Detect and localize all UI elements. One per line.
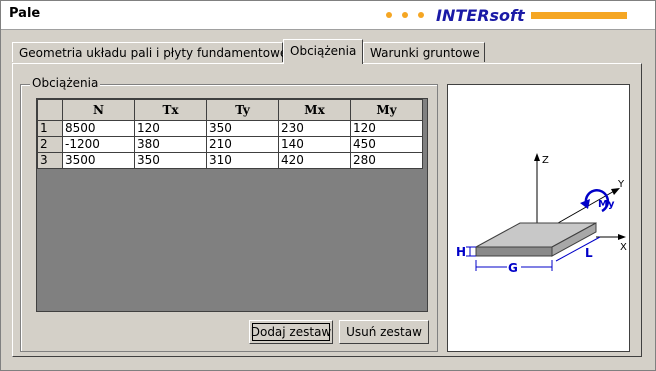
cell-ty[interactable]: 350 — [206, 120, 279, 137]
x-axis-arrow-icon — [618, 234, 626, 240]
x-axis-label: X — [620, 242, 627, 253]
load-diagram-svg: Z Y X My H G L — [456, 153, 627, 275]
cell-my[interactable]: 120 — [350, 120, 423, 137]
h-dimension-label: H — [456, 245, 466, 259]
corner-header — [37, 99, 63, 121]
row-index[interactable]: 1 — [37, 120, 63, 137]
brand-bar — [530, 11, 627, 19]
cell-ty[interactable]: 310 — [206, 152, 279, 169]
brand-dot-icon — [418, 12, 424, 18]
cell-ty[interactable]: 210 — [206, 136, 279, 153]
row-index[interactable]: 3 — [37, 152, 63, 169]
tab-warunki-gruntowe[interactable]: Warunki gruntowe — [363, 42, 485, 62]
loads-groupbox-legend: Obciążenia — [30, 76, 101, 90]
plate-front — [475, 246, 553, 257]
add-set-button[interactable]: Dodaj zestaw — [249, 320, 333, 344]
z-axis-arrow-icon — [534, 153, 540, 161]
tab-label: Warunki gruntowe — [370, 46, 480, 60]
loads-table: N Tx Ty Mx My 1 8500 120 350 230 120 2 -… — [37, 99, 423, 169]
z-axis-label: Z — [542, 155, 549, 166]
column-header-ty[interactable]: Ty — [206, 99, 279, 121]
column-header-tx[interactable]: Tx — [134, 99, 207, 121]
cell-tx[interactable]: 120 — [134, 120, 207, 137]
column-header-n[interactable]: N — [62, 99, 135, 121]
y-axis-label: Y — [617, 179, 625, 190]
cell-n[interactable]: 3500 — [62, 152, 135, 169]
table-row: 2 -1200 380 210 140 450 — [37, 136, 423, 153]
row-index[interactable]: 2 — [37, 136, 63, 153]
load-diagram: Z Y X My H G L — [447, 84, 630, 352]
column-header-mx[interactable]: Mx — [278, 99, 351, 121]
title-bar: Pale INTERsoft — [1, 1, 655, 30]
cell-n[interactable]: 8500 — [62, 120, 135, 137]
cell-mx[interactable]: 140 — [278, 136, 351, 153]
tab-label: Obciążenia — [290, 44, 357, 58]
cell-mx[interactable]: 420 — [278, 152, 351, 169]
l-dimension-label: L — [585, 246, 593, 260]
brand-logo: INTERsoft — [386, 4, 627, 26]
brand-dot-icon — [386, 12, 392, 18]
remove-set-button[interactable]: Usuń zestaw — [339, 320, 429, 344]
brand-name: INTERsoft — [436, 5, 525, 25]
cell-my[interactable]: 450 — [350, 136, 423, 153]
g-dimension-label: G — [508, 261, 518, 275]
cell-tx[interactable]: 380 — [134, 136, 207, 153]
cell-my[interactable]: 280 — [350, 152, 423, 169]
cell-tx[interactable]: 350 — [134, 152, 207, 169]
tab-obciazenia[interactable]: Obciążenia — [283, 39, 363, 64]
cell-mx[interactable]: 230 — [278, 120, 351, 137]
tab-label: Geometria układu pali i płyty fundamento… — [19, 46, 291, 60]
cell-n[interactable]: -1200 — [62, 136, 135, 153]
moment-label: My — [598, 199, 615, 210]
tab-geometria[interactable]: Geometria układu pali i płyty fundamento… — [12, 42, 291, 62]
window-title: Pale — [9, 6, 41, 21]
table-row: 1 8500 120 350 230 120 — [37, 120, 423, 137]
loads-grid[interactable]: N Tx Ty Mx My 1 8500 120 350 230 120 2 -… — [36, 98, 428, 312]
brand-dot-icon — [402, 12, 408, 18]
column-header-my[interactable]: My — [350, 99, 423, 121]
table-row: 3 3500 350 310 420 280 — [37, 152, 423, 169]
table-header-row: N Tx Ty Mx My — [37, 99, 423, 121]
